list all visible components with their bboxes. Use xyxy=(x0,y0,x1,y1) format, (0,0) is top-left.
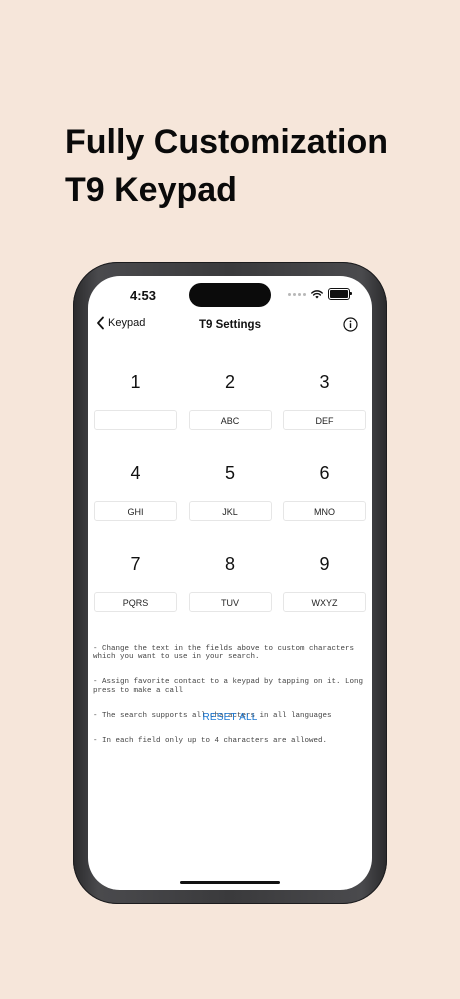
key-digit: 5 xyxy=(224,463,235,483)
key-2[interactable]: 2 ABC xyxy=(188,373,273,464)
battery-icon xyxy=(328,288,352,300)
key-digit: 6 xyxy=(319,463,330,483)
dynamic-island xyxy=(189,283,271,307)
page-title: T9 Settings xyxy=(199,319,261,331)
help-note: - In each field only up to 4 characters … xyxy=(93,737,328,746)
key-digit: 4 xyxy=(130,463,141,483)
key-digit: 7 xyxy=(130,554,141,574)
key-8-letters-field[interactable]: TUV xyxy=(188,592,272,612)
key-9-letters-field[interactable]: WXYZ xyxy=(283,592,366,612)
key-4-letters-field[interactable]: GHI xyxy=(94,501,177,521)
key-digit: 8 xyxy=(224,554,235,574)
headline-line-1: Fully Customization xyxy=(65,123,388,161)
key-5-letters-field[interactable]: JKL xyxy=(188,501,272,521)
key-4[interactable]: 4 GHI xyxy=(93,464,178,555)
status-time: 4:53 xyxy=(130,288,157,303)
help-note: - Assign favorite contact to a keypad by… xyxy=(93,678,368,695)
key-6[interactable]: 6 MNO xyxy=(282,464,367,555)
t9-keypad: 1 2 ABC 3 DEF 4 GHI 5 JKL 6 MNO 7 PQRS 8… xyxy=(93,373,367,646)
key-3[interactable]: 3 DEF xyxy=(282,373,367,464)
key-digit: 1 xyxy=(130,372,141,392)
help-note: - Change the text in the fields above to… xyxy=(93,644,359,662)
keypad-row: 4 GHI 5 JKL 6 MNO xyxy=(93,464,367,555)
nav-bar: Keypad T9 Settings xyxy=(88,316,372,338)
key-1[interactable]: 1 xyxy=(93,373,178,464)
key-digit: 2 xyxy=(224,372,235,392)
cellular-icon xyxy=(288,292,306,296)
key-7-letters-field[interactable]: PQRS xyxy=(94,592,177,612)
headline: Fully Customization T9 Keypad xyxy=(65,118,388,214)
wifi-icon xyxy=(311,289,323,298)
headline-line-2: T9 Keypad xyxy=(65,171,237,209)
info-icon xyxy=(343,317,358,332)
reset-all-button[interactable]: RESET ALL xyxy=(88,712,372,723)
key-3-letters-field[interactable]: DEF xyxy=(283,410,366,430)
info-button[interactable] xyxy=(343,317,358,337)
key-1-letters-field[interactable] xyxy=(94,410,177,430)
status-icons xyxy=(288,288,352,300)
home-indicator[interactable] xyxy=(180,881,280,884)
keypad-row: 1 2 ABC 3 DEF xyxy=(93,373,367,464)
key-digit: 9 xyxy=(319,554,330,574)
key-6-letters-field[interactable]: MNO xyxy=(283,501,366,521)
phone-frame: 4:53 Keypad T9 Settings 1 2 ABC 3 DEF 4 … xyxy=(73,262,387,904)
key-digit: 3 xyxy=(319,372,330,392)
phone-screen: 4:53 Keypad T9 Settings 1 2 ABC 3 DEF 4 … xyxy=(88,276,372,890)
help-notes: - Change the text in the fields above to… xyxy=(93,628,369,763)
key-2-letters-field[interactable]: ABC xyxy=(188,410,272,430)
key-5[interactable]: 5 JKL xyxy=(188,464,273,555)
